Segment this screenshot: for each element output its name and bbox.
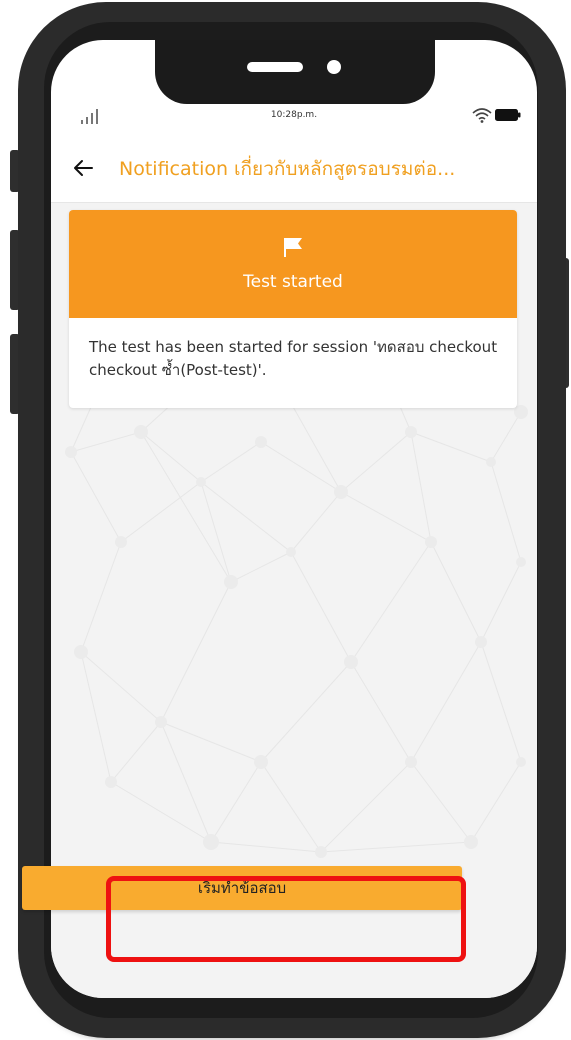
notch [155, 40, 435, 104]
notification-message: The test has been started for session 'ท… [89, 338, 498, 379]
status-time: 10:28p.m. [270, 110, 318, 120]
status-bar: 10:28p.m. [51, 100, 537, 130]
highlight-annotation [106, 876, 466, 962]
page-title: Notification เกี่ยวกับหลักสูตรอบรมต่อ... [119, 158, 456, 180]
speaker-grille [247, 62, 303, 72]
phone-screen: 10:28p.m. Notification เกี่ยวกับหลักสูตร… [51, 40, 537, 998]
battery-icon [495, 109, 521, 121]
app-header: Notification เกี่ยวกับหลักสูตรอบรมต่อ... [51, 136, 537, 203]
flag-icon [284, 238, 302, 257]
notification-card: Test started The test has been started f… [69, 210, 517, 408]
wifi-icon [472, 108, 492, 123]
front-camera [327, 60, 341, 74]
notification-card-header: Test started [69, 210, 517, 318]
notification-title: Test started [243, 272, 343, 292]
back-arrow-icon[interactable] [71, 156, 95, 180]
